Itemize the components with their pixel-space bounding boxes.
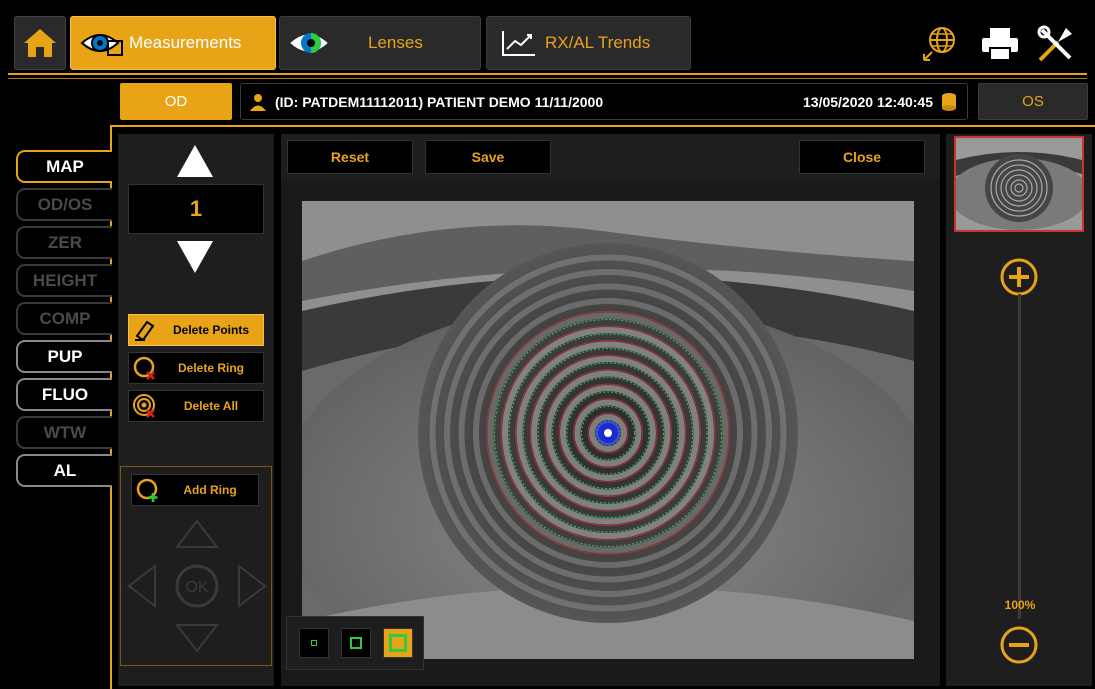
plus-icon xyxy=(1000,258,1038,296)
direction-pad: OK xyxy=(127,519,267,653)
zoom-in-button[interactable] xyxy=(998,256,1040,298)
zoom-level: 100% xyxy=(1004,598,1036,612)
add-ring-label: Add Ring xyxy=(183,483,237,497)
globe-icon[interactable] xyxy=(918,22,962,66)
dpad-right-icon[interactable] xyxy=(238,563,267,609)
delete-points-label: Delete Points xyxy=(172,323,250,337)
action-bar: Reset Save Close xyxy=(281,134,940,180)
os-button[interactable]: OS xyxy=(978,83,1088,120)
save-button[interactable]: Save xyxy=(425,140,551,174)
minus-icon xyxy=(1000,626,1038,664)
reset-button[interactable]: Reset xyxy=(287,140,413,174)
delete-ring-label: Delete Ring xyxy=(177,361,244,375)
patient-info: (ID: PATDEM11112011) PATIENT DEMO 11/11/… xyxy=(240,83,968,120)
home-icon xyxy=(24,29,56,57)
add-ring-button[interactable]: Add Ring xyxy=(131,474,259,506)
trend-chart-icon xyxy=(493,23,545,63)
close-button[interactable]: Close xyxy=(799,140,925,174)
tab-lenses-label: Lenses xyxy=(368,33,423,52)
top-navigation-bar: Measurements Lenses RX/AL Trends xyxy=(0,0,1095,80)
map-item-fluo[interactable]: FLUO xyxy=(16,378,112,411)
add-ring-panel: Add Ring OK xyxy=(120,466,272,666)
point-size-small-button[interactable] xyxy=(299,628,329,658)
od-button[interactable]: OD xyxy=(120,83,232,120)
printer-icon[interactable] xyxy=(978,22,1022,66)
triangle-up-icon xyxy=(177,145,213,177)
home-button[interactable] xyxy=(14,16,66,70)
map-item-height: HEIGHT xyxy=(16,264,112,297)
patient-id-label: (ID: PATDEM11112011) PATIENT DEMO 11/11/… xyxy=(275,93,604,110)
tools-icon[interactable] xyxy=(1034,22,1078,66)
tab-measurements[interactable]: Measurements xyxy=(70,16,276,70)
square-medium-icon xyxy=(350,637,362,649)
database-icon xyxy=(942,92,956,111)
point-size-medium-button[interactable] xyxy=(341,628,371,658)
delete-all-label: Delete All xyxy=(183,399,239,413)
square-large-icon xyxy=(389,634,407,652)
target-delete-icon xyxy=(131,392,159,420)
eraser-icon xyxy=(131,316,159,344)
map-item-wtw: WTW xyxy=(16,416,112,449)
user-icon xyxy=(250,93,266,111)
ring-add-icon xyxy=(134,476,162,504)
dpad-down-icon[interactable] xyxy=(174,624,220,653)
tab-rx-al-trends[interactable]: RX/AL Trends xyxy=(486,16,691,70)
dpad-left-icon[interactable] xyxy=(127,563,156,609)
dpad-ok-label: OK xyxy=(185,579,208,596)
content-frame-top xyxy=(110,125,1095,127)
ring-tools-panel: 1 Delete Points Delete Ring Delete All A… xyxy=(118,134,274,686)
ring-down-button[interactable] xyxy=(174,238,216,276)
map-item-zer: ZER xyxy=(16,226,112,259)
eye-image-panel: Reset Save Close xyxy=(281,134,940,686)
delete-points-button[interactable]: Delete Points xyxy=(128,314,264,346)
eye-image[interactable] xyxy=(302,201,914,659)
ring-delete-icon xyxy=(131,354,159,382)
map-item-comp: COMP xyxy=(16,302,112,335)
tab-lenses[interactable]: Lenses xyxy=(279,16,481,70)
triangle-down-icon xyxy=(177,241,213,273)
top-divider xyxy=(8,73,1087,75)
eye-measure-icon xyxy=(77,23,129,63)
top-divider-secondary xyxy=(8,78,1087,79)
delete-all-button[interactable]: Delete All xyxy=(128,390,264,422)
dpad-up-icon[interactable] xyxy=(174,519,220,548)
point-size-large-button[interactable] xyxy=(383,628,413,658)
lens-eye-icon xyxy=(286,23,338,63)
zoom-panel: 100% xyxy=(946,134,1092,686)
map-item-al[interactable]: AL xyxy=(16,454,112,487)
tab-measurements-label: Measurements xyxy=(129,33,242,52)
map-item-pup[interactable]: PUP xyxy=(16,340,112,373)
map-item-od-os: OD/OS xyxy=(16,188,112,221)
square-small-icon xyxy=(311,640,317,646)
eye-thumbnail[interactable] xyxy=(954,136,1084,232)
ring-counter: 1 xyxy=(128,184,264,234)
exam-datetime: 13/05/2020 12:40:45 xyxy=(803,93,933,110)
zoom-slider[interactable] xyxy=(1018,294,1021,619)
tab-rx-label: RX/AL Trends xyxy=(545,33,651,52)
delete-ring-button[interactable]: Delete Ring xyxy=(128,352,264,384)
ring-up-button[interactable] xyxy=(174,142,216,180)
point-size-selector xyxy=(286,616,424,670)
zoom-out-button[interactable] xyxy=(998,624,1040,666)
map-item-map[interactable]: MAP xyxy=(16,150,112,183)
